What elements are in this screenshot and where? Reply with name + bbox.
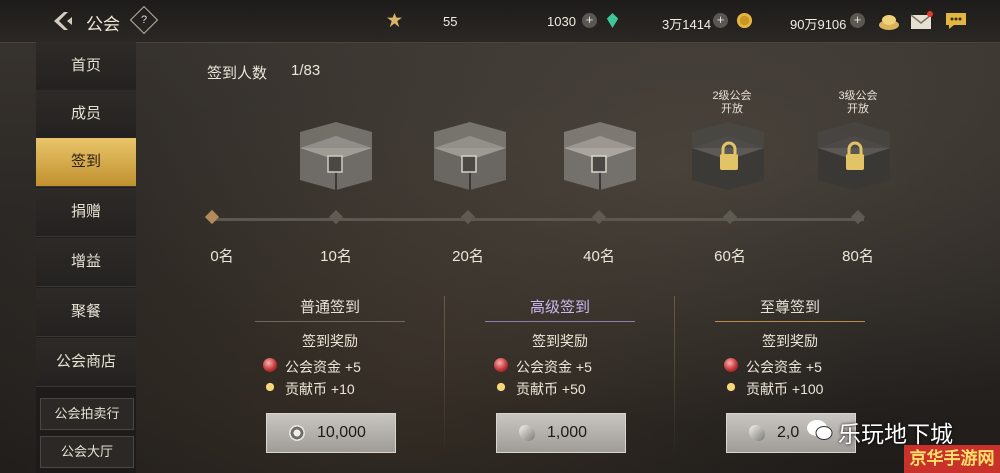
chest-20-icon[interactable] <box>424 118 516 192</box>
chat-icon[interactable] <box>944 11 968 31</box>
contribution-coin-icon <box>262 379 278 395</box>
tier-underline <box>485 321 635 322</box>
reward-contribution: 贡献币 +50 <box>516 381 586 397</box>
sidebar-item-shop[interactable]: 公会商店 <box>36 338 136 387</box>
back-arrow-icon[interactable] <box>50 9 76 33</box>
sidebar-item-hall[interactable]: 公会大厅 <box>40 436 134 468</box>
reward-fund: 公会资金 +5 <box>285 359 361 375</box>
guild-fund-icon <box>494 358 508 372</box>
tier-title-advanced: 高级签到 <box>529 299 590 316</box>
reward-title: 签到奖励 <box>762 333 818 349</box>
resource-value-2: 1030 <box>547 14 576 29</box>
sidebar-item-home[interactable]: 首页 <box>36 42 136 91</box>
watermark-text: 乐玩地下城 <box>838 421 953 447</box>
contribution-coin-icon <box>493 379 509 395</box>
chest-60-lock-label: 2级公会 开放 <box>712 90 752 115</box>
progress-node-80 <box>850 209 866 225</box>
guild-fund-icon <box>724 358 738 372</box>
top-bar: 公会 ? 55 1030 + 3万1414 + 90万9106 + <box>0 0 1000 43</box>
reward-title: 签到奖励 <box>532 333 588 349</box>
signin-supreme-button[interactable]: 2,0 <box>726 413 856 453</box>
gold-coin-icon <box>736 12 753 29</box>
rank-label-40: 40名 <box>583 248 615 265</box>
progress-node-0 <box>204 209 220 225</box>
treasure-icon[interactable] <box>877 11 901 31</box>
chest-40-icon[interactable] <box>554 118 646 192</box>
progress-node-20 <box>460 209 476 225</box>
reward-title: 签到奖励 <box>302 333 358 349</box>
watermark-badge: 京华手游网 <box>904 445 1000 473</box>
sidebar-item-feast[interactable]: 聚餐 <box>36 288 136 337</box>
reward-contribution: 贡献币 +100 <box>746 381 824 397</box>
chest-10-icon[interactable] <box>290 118 382 192</box>
wechat-icon <box>807 420 833 440</box>
chest-80-locked-icon[interactable] <box>808 118 900 192</box>
sidebar-item-signin[interactable]: 签到 <box>36 138 136 187</box>
resource-value-1: 55 <box>443 14 458 29</box>
silver-coin-icon <box>289 425 305 441</box>
tier-underline <box>255 321 405 322</box>
progress-node-10 <box>328 209 344 225</box>
tier-title-supreme: 至尊签到 <box>759 299 820 316</box>
green-gem-icon <box>606 12 619 29</box>
moon-crystal-icon <box>478 13 486 28</box>
chest-60-locked-icon[interactable] <box>682 118 774 192</box>
rank-label-80: 80名 <box>842 248 874 265</box>
rank-label-20: 20名 <box>452 248 484 265</box>
signin-advanced-button[interactable]: 1,000 <box>496 413 626 453</box>
signin-normal-button[interactable]: 10,000 <box>266 413 396 453</box>
rank-label-60: 60名 <box>714 248 746 265</box>
rank-label-0: 0名 <box>210 248 234 265</box>
tier-title-normal: 普通签到 <box>299 299 360 316</box>
crystal-icon <box>519 425 535 441</box>
rank-label-10: 10名 <box>320 248 352 265</box>
help-icon[interactable]: ? <box>129 5 159 35</box>
signin-count-value: 1/83 <box>291 62 321 79</box>
contribution-coin-icon <box>723 379 739 395</box>
page-title: 公会 <box>86 15 120 34</box>
add-resource-4-button[interactable]: + <box>850 13 865 28</box>
reward-fund: 公会资金 +5 <box>746 359 822 375</box>
add-resource-3-button[interactable]: + <box>713 13 728 28</box>
sidebar-item-auction[interactable]: 公会拍卖行 <box>40 398 134 430</box>
progress-node-60 <box>722 209 738 225</box>
chest-80-lock-label: 3级公会 开放 <box>838 90 878 115</box>
sidebar: 首页 成员 签到 捐赠 增益 聚餐 公会商店 公会拍卖行 公会大厅 <box>36 42 136 473</box>
reward-fund: 公会资金 +5 <box>516 359 592 375</box>
tier-underline <box>715 321 865 322</box>
resource-value-4: 90万9106 <box>790 17 847 32</box>
mail-icon[interactable] <box>909 11 933 31</box>
reward-contribution: 贡献币 +10 <box>285 381 355 397</box>
gear-coin-icon <box>386 12 403 28</box>
sidebar-item-donate[interactable]: 捐赠 <box>36 188 136 237</box>
tier-divider <box>444 296 445 456</box>
sidebar-item-members[interactable]: 成员 <box>36 90 136 139</box>
add-resource-2-button[interactable]: + <box>582 13 597 28</box>
tier-divider <box>674 296 675 456</box>
guild-fund-icon <box>263 358 277 372</box>
sidebar-item-buffs[interactable]: 增益 <box>36 238 136 287</box>
progress-track <box>212 218 864 221</box>
signin-count-label: 签到人数 <box>207 65 268 82</box>
crystal-icon <box>749 425 765 441</box>
progress-node-40 <box>591 209 607 225</box>
resource-value-3: 3万1414 <box>662 17 712 32</box>
